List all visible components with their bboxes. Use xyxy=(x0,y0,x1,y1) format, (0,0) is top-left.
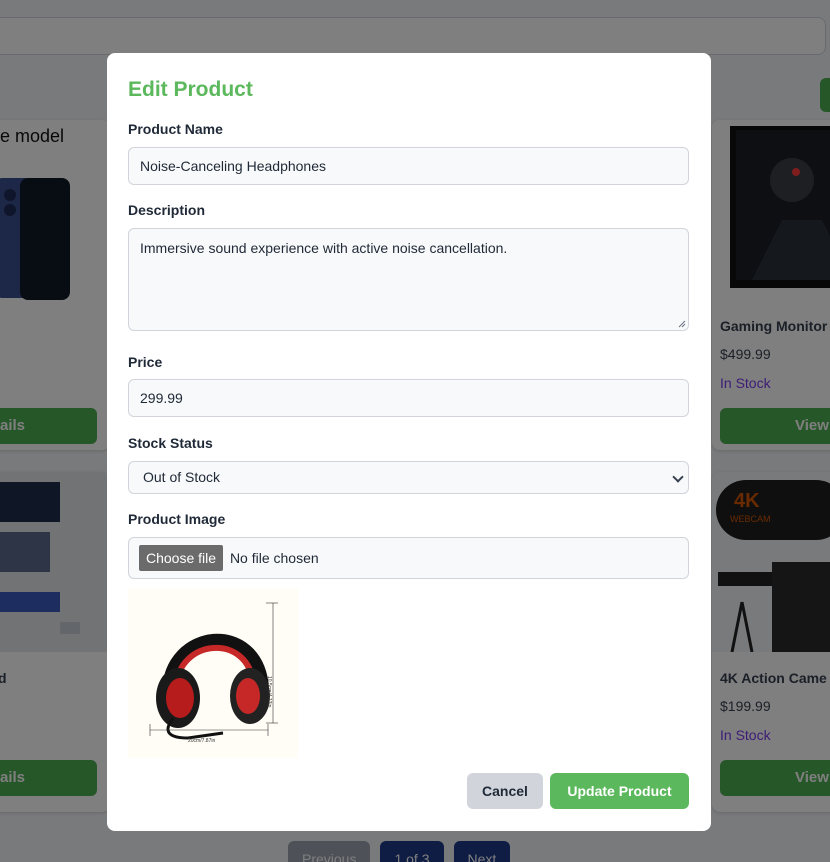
resize-handle-icon[interactable] xyxy=(678,320,686,328)
stock-status-value: Out of Stock xyxy=(143,469,221,485)
preview-width-label: 20cm/7.87in xyxy=(188,738,216,744)
product-image-label: Product Image xyxy=(128,511,226,527)
modal-title: Edit Product xyxy=(128,78,253,101)
headphones-image xyxy=(149,602,278,740)
stock-status-label: Stock Status xyxy=(128,435,213,451)
description-textarea[interactable]: Immersive sound experience with active n… xyxy=(128,228,689,331)
stock-status-select[interactable]: Out of Stock xyxy=(128,461,689,494)
chevron-down-icon xyxy=(672,471,684,483)
product-name-input[interactable]: Noise-Canceling Headphones xyxy=(128,147,689,185)
description-label: Description xyxy=(128,202,206,218)
edit-product-modal: Edit Product Product Name Noise-Cancelin… xyxy=(107,53,711,831)
preview-height-label: 10.5cm/4.13in xyxy=(266,676,272,708)
no-file-chosen-text: No file chosen xyxy=(229,550,319,566)
description-text: Immersive sound experience with active n… xyxy=(140,240,508,256)
price-input[interactable]: 299.99 xyxy=(128,379,689,417)
price-label: Price xyxy=(128,354,163,370)
product-image-file-input[interactable]: Choose file No file chosen xyxy=(128,537,689,579)
product-name-label: Product Name xyxy=(128,121,223,137)
product-image-preview: 10.5cm/4.13in 20cm/7.87in xyxy=(128,588,298,758)
cancel-button[interactable]: Cancel xyxy=(467,773,543,809)
update-product-button[interactable]: Update Product xyxy=(550,773,689,809)
choose-file-button[interactable]: Choose file xyxy=(139,545,224,571)
